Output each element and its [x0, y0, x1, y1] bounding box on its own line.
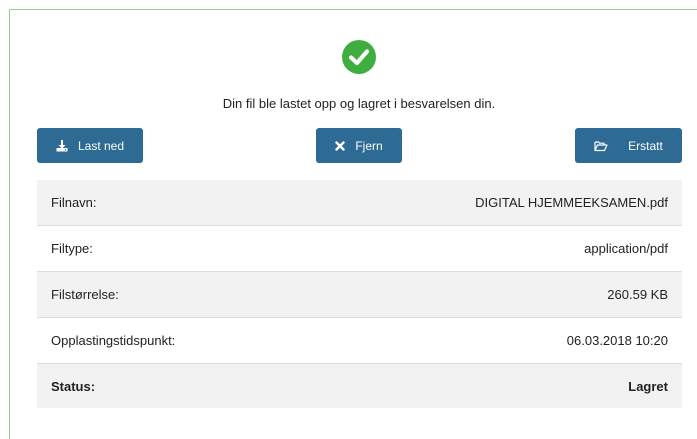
- detail-row-upload-time: Opplastingstidspunkt: 06.03.2018 10:20: [37, 318, 682, 364]
- replace-button-label: Erstatt: [628, 138, 663, 153]
- status-value: Lagret: [628, 378, 668, 394]
- detail-label: Filstørrelse:: [51, 287, 119, 302]
- detail-value: 06.03.2018 10:20: [566, 333, 668, 348]
- detail-row-filename: Filnavn: DIGITAL HJEMMEEKSAMEN.pdf: [37, 180, 682, 226]
- detail-label: Filtype:: [51, 241, 93, 256]
- detail-label: Filnavn:: [51, 195, 97, 210]
- detail-label: Opplastingstidspunkt:: [51, 333, 176, 348]
- download-icon: [56, 139, 68, 152]
- detail-label: Status:: [51, 378, 96, 394]
- check-circle-icon: [342, 40, 376, 74]
- detail-row-filesize: Filstørrelse: 260.59 KB: [37, 272, 682, 318]
- detail-row-status: Status: Lagret: [37, 364, 682, 408]
- remove-button-label: Fjern: [355, 138, 383, 153]
- folder-open-icon: [594, 140, 608, 152]
- detail-value: DIGITAL HJEMMEEKSAMEN.pdf: [475, 195, 668, 210]
- close-icon: [335, 140, 346, 151]
- detail-value: application/pdf: [584, 241, 668, 256]
- detail-value: 260.59 KB: [607, 287, 668, 302]
- remove-button[interactable]: Fjern: [316, 128, 402, 163]
- download-button[interactable]: Last ned: [37, 128, 143, 163]
- upload-success-message: Din fil ble lastet opp og lagret i besva…: [222, 96, 496, 111]
- file-details-table: Filnavn: DIGITAL HJEMMEEKSAMEN.pdf Filty…: [37, 180, 682, 408]
- detail-row-filetype: Filtype: application/pdf: [37, 226, 682, 272]
- replace-button[interactable]: Erstatt: [575, 128, 682, 163]
- download-button-label: Last ned: [77, 138, 125, 153]
